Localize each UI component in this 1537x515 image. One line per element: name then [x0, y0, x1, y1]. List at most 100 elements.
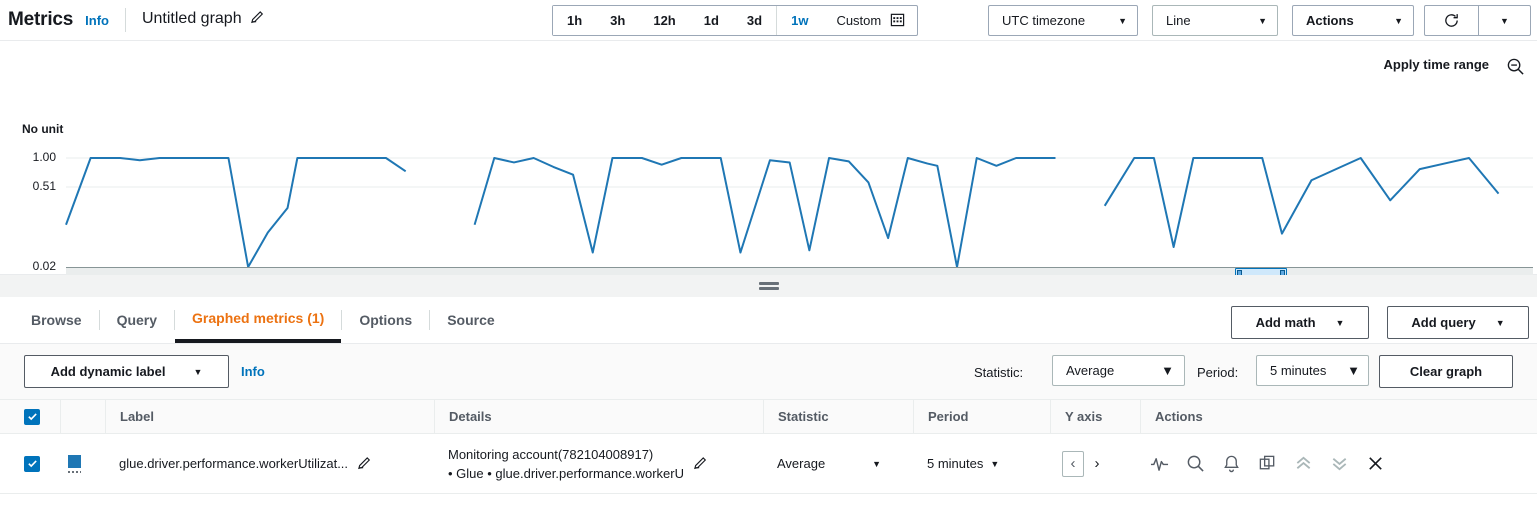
chart-type-value: Line: [1166, 13, 1191, 28]
move-down-icon[interactable]: [1330, 454, 1349, 473]
chevron-down-icon: ▼: [1118, 16, 1127, 26]
range-option-1w[interactable]: 1w: [777, 6, 822, 35]
details-line-2: • Glue • glue.driver.performance.workerU: [448, 464, 684, 483]
actions-label: Actions: [1306, 13, 1354, 28]
tab-browse[interactable]: Browse: [14, 297, 99, 343]
refresh-options-button[interactable]: ▼: [1479, 5, 1531, 36]
metric-line-chart: [0, 141, 1537, 275]
edit-graph-name-pencil-icon[interactable]: [250, 10, 265, 30]
timezone-value: UTC timezone: [1002, 13, 1085, 28]
row-period-cell: 5 minutes ▼: [913, 434, 1050, 494]
period-value: 5 minutes: [1270, 363, 1326, 378]
move-up-icon[interactable]: [1294, 454, 1313, 473]
custom-label: Custom: [836, 13, 881, 28]
refresh-group: ▼: [1424, 5, 1531, 36]
chevron-down-icon: ▼: [1258, 16, 1267, 26]
header-info-link[interactable]: Info: [85, 13, 109, 28]
table-row[interactable]: glue.driver.performance.workerUtilizat..…: [0, 434, 1537, 494]
color-column-header: [60, 399, 105, 434]
select-all-checkbox[interactable]: [24, 409, 40, 425]
timezone-dropdown[interactable]: UTC timezone ▼: [988, 5, 1138, 36]
cloudwatch-metrics-page: Metrics Info Untitled graph 1h 3h 12h 1d…: [0, 0, 1537, 515]
search-icon[interactable]: [1186, 454, 1205, 473]
period-column-header: Period: [913, 399, 1050, 434]
row-color-cell: [60, 434, 105, 494]
range-option-custom[interactable]: Custom: [822, 6, 917, 35]
page-title: Metrics: [8, 9, 73, 31]
color-square-icon: [68, 455, 81, 468]
edit-details-pencil-icon[interactable]: [693, 456, 708, 471]
row-period-value: 5 minutes: [927, 456, 983, 471]
alarm-bell-icon[interactable]: [1222, 454, 1241, 473]
resize-grip-icon: [759, 280, 779, 292]
edit-label-pencil-icon[interactable]: [357, 456, 372, 471]
row-action-icons: [1150, 454, 1385, 473]
statistic-value: Average: [1066, 363, 1114, 378]
add-dynamic-label-button[interactable]: Add dynamic label ▼: [24, 355, 229, 388]
row-statistic-value: Average: [777, 456, 825, 471]
chevron-down-icon: ▼: [193, 367, 202, 377]
tab-source[interactable]: Source: [430, 297, 511, 343]
add-query-button[interactable]: Add query ▼: [1387, 306, 1529, 339]
refresh-button[interactable]: [1424, 5, 1479, 36]
y-axis-toggle-group: ‹ ›: [1062, 451, 1106, 477]
y-axis-column-header: Y axis: [1050, 399, 1140, 434]
tab-options[interactable]: Options: [342, 297, 429, 343]
y-tick-0: 1.00: [14, 150, 56, 164]
tab-query[interactable]: Query: [100, 297, 174, 343]
header-divider: [125, 8, 126, 32]
row-yaxis-cell: ‹ ›: [1050, 434, 1140, 494]
chevron-down-icon: ▼: [990, 459, 999, 469]
add-dynamic-label-text: Add dynamic label: [51, 364, 166, 379]
sparkline-icon[interactable]: [1150, 454, 1169, 473]
graphed-metrics-table: Label Details Statistic Period Y axis Ac…: [0, 399, 1537, 494]
tab-action-buttons: Add math ▼ Add query ▼: [1231, 306, 1529, 339]
dynamic-label-info-link[interactable]: Info: [241, 364, 265, 379]
duplicate-icon[interactable]: [1258, 454, 1277, 473]
apply-time-range-button[interactable]: Apply time range: [1384, 57, 1489, 72]
add-math-label: Add math: [1256, 315, 1316, 330]
y-axis-unit-label: No unit: [22, 122, 63, 136]
chevron-down-icon: ▼: [1394, 16, 1403, 26]
range-option-3h[interactable]: 3h: [596, 6, 639, 35]
chart-type-dropdown[interactable]: Line ▼: [1152, 5, 1278, 36]
statistic-dropdown[interactable]: Average ▼: [1052, 355, 1185, 386]
range-option-3d[interactable]: 3d: [733, 6, 776, 35]
row-details-cell: Monitoring account(782104008917) • Glue …: [434, 434, 763, 494]
chart-plot-area[interactable]: 1.000.510.02 01:3002:0002:3003:0003:3004…: [0, 141, 1537, 275]
range-option-1d[interactable]: 1d: [690, 6, 733, 35]
period-dropdown[interactable]: 5 minutes ▼: [1256, 355, 1369, 386]
panel-resize-handle[interactable]: [0, 275, 1537, 297]
statistic-label: Statistic:: [974, 365, 1023, 380]
y-tick-2: 0.02: [14, 259, 56, 273]
refresh-icon: [1443, 12, 1460, 29]
graph-name: Untitled graph: [142, 10, 265, 30]
details-column-header: Details: [434, 399, 763, 434]
row-label-cell: glue.driver.performance.workerUtilizat..…: [105, 434, 434, 494]
y-axis-right-button[interactable]: ›: [1088, 451, 1106, 477]
zoom-out-icon[interactable]: [1506, 57, 1525, 81]
time-range-selector[interactable]: 1h 3h 12h 1d 3d 1w Custom: [552, 5, 918, 36]
row-actions-cell: [1140, 434, 1537, 494]
chevron-down-icon: ▼: [1161, 363, 1174, 378]
chevron-down-icon: ▼: [1347, 363, 1360, 378]
y-axis-left-button[interactable]: ‹: [1062, 451, 1084, 477]
range-option-1h[interactable]: 1h: [553, 6, 596, 35]
table-header-row: Label Details Statistic Period Y axis Ac…: [0, 399, 1537, 434]
series-color-swatch[interactable]: [68, 455, 81, 473]
add-math-button[interactable]: Add math ▼: [1231, 306, 1369, 339]
range-option-12h[interactable]: 12h: [639, 6, 689, 35]
remove-icon[interactable]: [1366, 454, 1385, 473]
add-query-label: Add query: [1411, 315, 1475, 330]
statistic-column-header: Statistic: [763, 399, 913, 434]
clear-graph-button[interactable]: Clear graph: [1379, 355, 1513, 388]
tab-graphed-metrics[interactable]: Graphed metrics (1): [175, 297, 341, 343]
row-period-dropdown[interactable]: 5 minutes ▼: [927, 456, 999, 471]
chevron-down-icon: ▼: [1500, 16, 1509, 26]
select-all-header: [0, 399, 60, 434]
row-statistic-dropdown[interactable]: Average ▼: [777, 456, 897, 471]
period-label: Period:: [1197, 365, 1238, 380]
row-statistic-cell: Average ▼: [763, 434, 913, 494]
actions-dropdown[interactable]: Actions ▼: [1292, 5, 1414, 36]
row-checkbox[interactable]: [24, 456, 40, 472]
